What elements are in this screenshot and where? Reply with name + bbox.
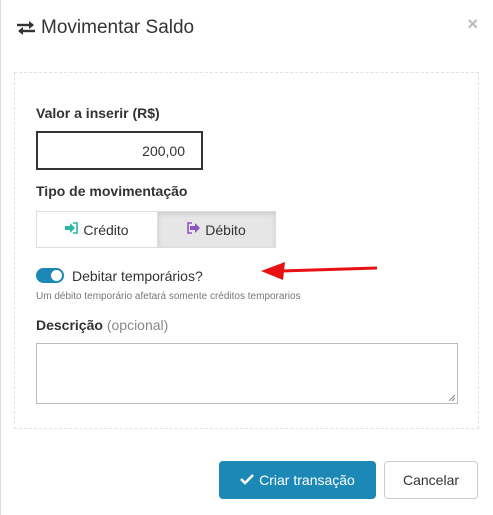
amount-label: Valor a inserir (R$) <box>36 105 160 121</box>
toggle-knob <box>51 270 62 281</box>
check-icon <box>240 472 255 488</box>
description-label: Descrição (opcional) <box>36 317 168 333</box>
movement-type-group: Crédito Débito <box>36 211 276 248</box>
temporary-debit-toggle[interactable] <box>36 268 64 283</box>
annotation-arrow-icon <box>261 262 378 280</box>
sign-out-icon <box>187 222 201 237</box>
description-label-text: Descrição <box>36 317 103 333</box>
close-icon[interactable]: × <box>467 14 478 35</box>
credit-option-button[interactable]: Crédito <box>36 211 157 248</box>
modal-dialog: Movimentar Saldo × Valor a inserir (R$) … <box>0 0 493 515</box>
modal-title-text: Movimentar Saldo <box>41 17 195 38</box>
resize-grip-icon[interactable] <box>448 394 455 401</box>
create-transaction-label: Criar transação <box>259 472 355 488</box>
movement-type-label: Tipo de movimentação <box>36 183 188 199</box>
debit-option-button[interactable]: Débito <box>157 211 276 248</box>
debit-option-label: Débito <box>205 221 246 238</box>
cancel-button[interactable]: Cancelar <box>384 461 478 499</box>
modal-title: Movimentar Saldo <box>15 17 194 39</box>
sign-in-icon <box>65 222 79 237</box>
modal-header: Movimentar Saldo × <box>1 0 493 56</box>
description-optional-text: (opcional) <box>106 317 169 333</box>
temporary-debit-label: Debitar temporários? <box>72 268 203 284</box>
amount-input[interactable]: 200,00 <box>36 131 203 170</box>
create-transaction-button[interactable]: Criar transação <box>219 461 376 499</box>
credit-option-label: Crédito <box>83 221 129 238</box>
description-textarea[interactable] <box>36 343 458 404</box>
exchange-icon <box>15 19 37 37</box>
temporary-debit-hint: Um débito temporário afetará somente cré… <box>36 291 301 302</box>
